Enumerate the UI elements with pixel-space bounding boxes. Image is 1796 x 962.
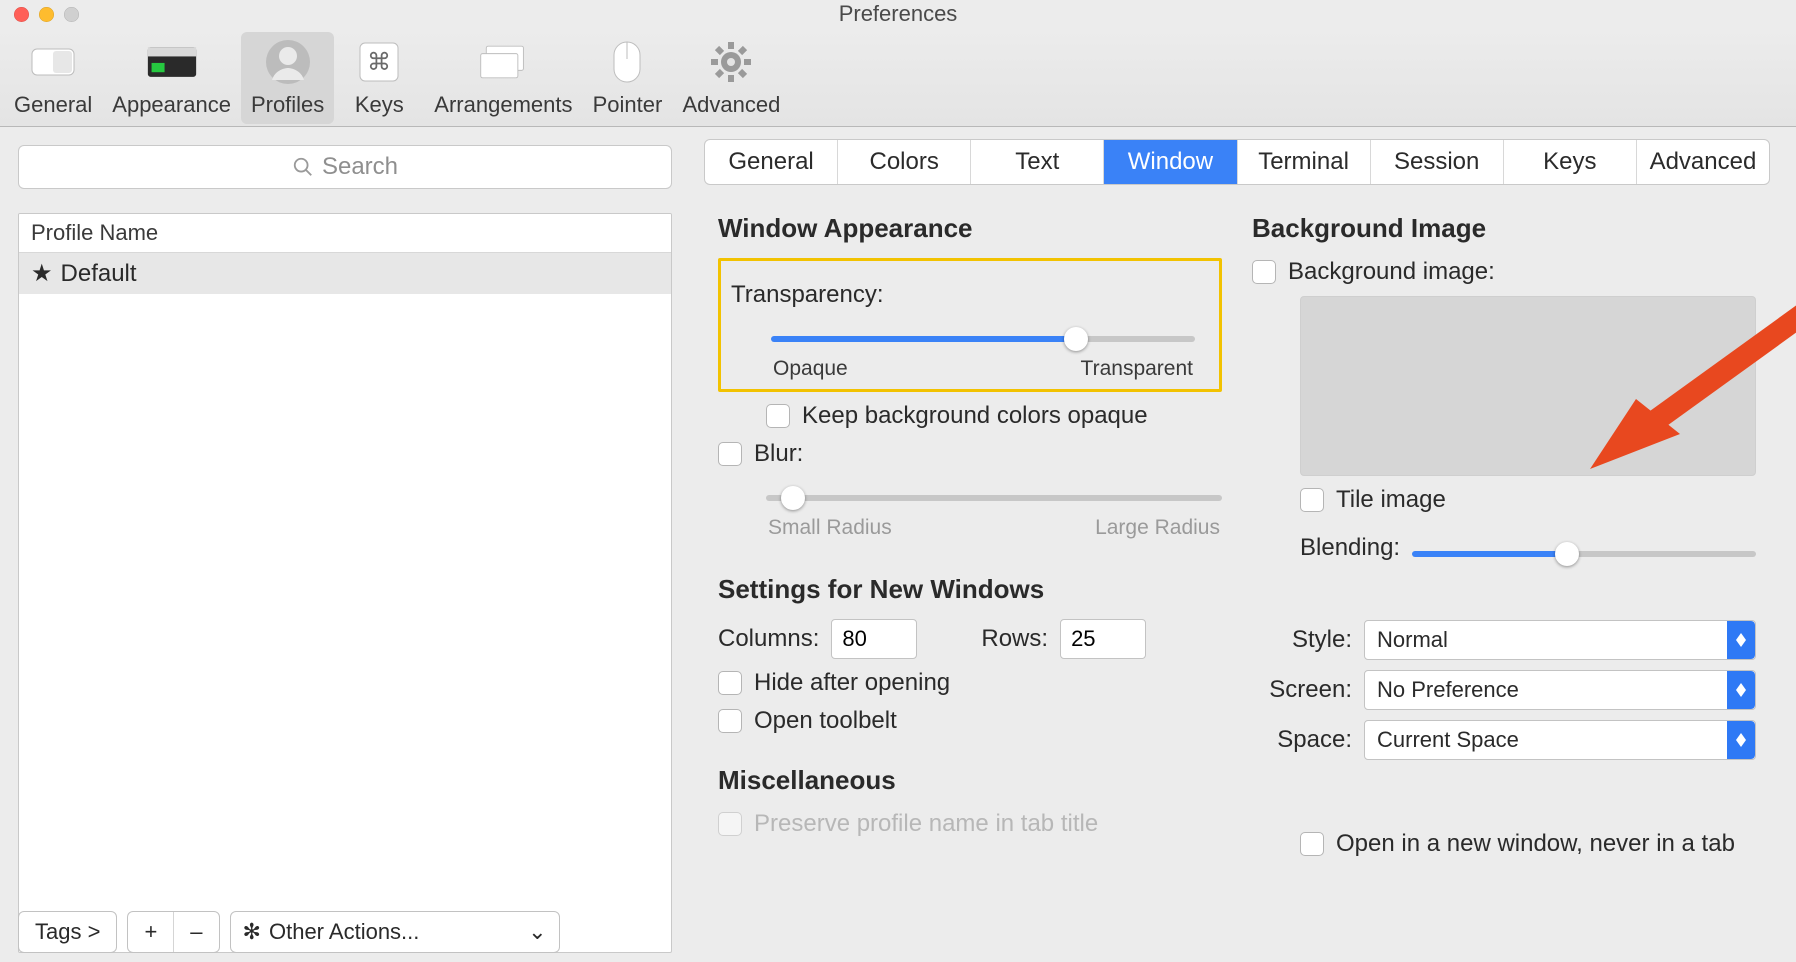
switch-icon xyxy=(27,38,79,86)
profile-list[interactable]: Profile Name ★ Default xyxy=(18,213,672,953)
open-toolbelt-checkbox[interactable] xyxy=(718,709,742,733)
tab-advanced[interactable]: Advanced xyxy=(1637,140,1769,184)
columns-input[interactable] xyxy=(831,619,917,659)
toolbar-general[interactable]: General xyxy=(4,32,102,124)
chevron-down-icon: ⌄ xyxy=(528,919,546,945)
tags-button[interactable]: Tags > xyxy=(19,912,116,952)
command-key-icon: ⌘ xyxy=(353,38,405,86)
blur-slider[interactable] xyxy=(766,484,1222,512)
blur-checkbox[interactable] xyxy=(718,442,742,466)
hide-after-open-label: Hide after opening xyxy=(754,669,950,697)
terminal-dark-icon xyxy=(146,38,198,86)
space-label: Space: xyxy=(1252,726,1352,754)
toolbar: General Appearance Profiles ⌘ Keys Arran… xyxy=(0,28,1796,127)
select-stepper-icon xyxy=(1727,671,1755,709)
rows-input[interactable] xyxy=(1060,619,1146,659)
tab-text[interactable]: Text xyxy=(971,140,1104,184)
rows-label: Rows: xyxy=(981,625,1048,653)
tile-image-label: Tile image xyxy=(1336,486,1446,514)
search-icon xyxy=(292,156,314,178)
profile-list-header: Profile Name xyxy=(19,214,671,253)
toolbar-keys[interactable]: ⌘ Keys xyxy=(334,32,424,124)
section-window-appearance: Window Appearance xyxy=(718,213,1222,244)
toolbar-pointer[interactable]: Pointer xyxy=(582,32,672,124)
other-actions-dropdown[interactable]: ✻ Other Actions... ⌄ xyxy=(230,911,560,953)
gear-icon: ✻ xyxy=(243,919,261,945)
preserve-profile-label: Preserve profile name in tab title xyxy=(754,810,1098,838)
screen-select[interactable]: No Preference xyxy=(1364,670,1756,710)
transparency-slider[interactable] xyxy=(771,325,1195,353)
tab-colors[interactable]: Colors xyxy=(838,140,971,184)
select-stepper-icon xyxy=(1727,721,1755,759)
open-toolbelt-label: Open toolbelt xyxy=(754,707,897,735)
remove-profile-button[interactable]: – xyxy=(174,912,218,952)
mouse-icon xyxy=(601,38,653,86)
style-label: Style: xyxy=(1252,626,1352,654)
search-input[interactable]: Search xyxy=(18,145,672,189)
open-new-window-checkbox[interactable] xyxy=(1300,832,1324,856)
preserve-profile-checkbox xyxy=(718,812,742,836)
tile-image-checkbox[interactable] xyxy=(1300,488,1324,512)
blur-endpoints: Small Radius Large Radius xyxy=(766,516,1222,540)
style-select[interactable]: Normal xyxy=(1364,620,1756,660)
keep-bg-opaque-label: Keep background colors opaque xyxy=(802,402,1148,430)
keep-bg-opaque-checkbox[interactable] xyxy=(766,404,790,428)
tab-session[interactable]: Session xyxy=(1371,140,1504,184)
toolbar-advanced[interactable]: Advanced xyxy=(672,32,790,124)
titlebar: Preferences xyxy=(0,0,1796,28)
star-icon: ★ xyxy=(31,259,53,288)
background-image-well[interactable] xyxy=(1300,296,1756,476)
transparency-label: Transparency: xyxy=(731,281,884,309)
select-stepper-icon xyxy=(1727,621,1755,659)
toolbar-appearance[interactable]: Appearance xyxy=(102,32,241,124)
profile-tabstrip: General Colors Text Window Terminal Sess… xyxy=(704,139,1770,185)
tab-terminal[interactable]: Terminal xyxy=(1238,140,1371,184)
profile-name: Default xyxy=(61,260,137,288)
blur-label: Blur: xyxy=(754,440,803,468)
add-profile-button[interactable]: + xyxy=(128,912,174,952)
transparency-endpoints: Opaque Transparent xyxy=(771,357,1195,381)
toolbar-profiles[interactable]: Profiles xyxy=(241,32,334,124)
background-image-column: Background Image Background image: Tile … xyxy=(1252,205,1756,868)
tab-general[interactable]: General xyxy=(705,140,838,184)
section-miscellaneous: Miscellaneous xyxy=(718,765,1222,796)
transparency-highlight: Transparency: Opaque Transparent xyxy=(718,258,1222,392)
section-new-windows: Settings for New Windows xyxy=(718,574,1222,605)
hide-after-open-checkbox[interactable] xyxy=(718,671,742,695)
columns-label: Columns: xyxy=(718,625,819,653)
profile-row[interactable]: ★ Default xyxy=(19,253,671,294)
search-placeholder: Search xyxy=(322,153,398,181)
open-new-window-label: Open in a new window, never in a tab xyxy=(1336,830,1735,858)
blending-label: Blending: xyxy=(1300,534,1400,562)
profile-silhouette-icon xyxy=(262,38,314,86)
toolbar-arrangements[interactable]: Arrangements xyxy=(424,32,582,124)
section-background-image: Background Image xyxy=(1252,213,1756,244)
window-appearance-column: Window Appearance Transparency: Opaque T… xyxy=(718,205,1222,868)
background-image-checkbox[interactable] xyxy=(1252,260,1276,284)
windows-stack-icon xyxy=(477,38,529,86)
gear-icon xyxy=(705,38,757,86)
profiles-sidebar: Search Profile Name ★ Default Tags > + –… xyxy=(0,127,690,953)
screen-label: Screen: xyxy=(1252,676,1352,704)
space-select[interactable]: Current Space xyxy=(1364,720,1756,760)
tab-keys[interactable]: Keys xyxy=(1504,140,1637,184)
window-title: Preferences xyxy=(0,1,1796,27)
svg-text:⌘: ⌘ xyxy=(367,49,391,76)
tab-window[interactable]: Window xyxy=(1104,140,1237,184)
background-image-label: Background image: xyxy=(1288,258,1495,286)
blending-slider[interactable] xyxy=(1412,540,1756,568)
